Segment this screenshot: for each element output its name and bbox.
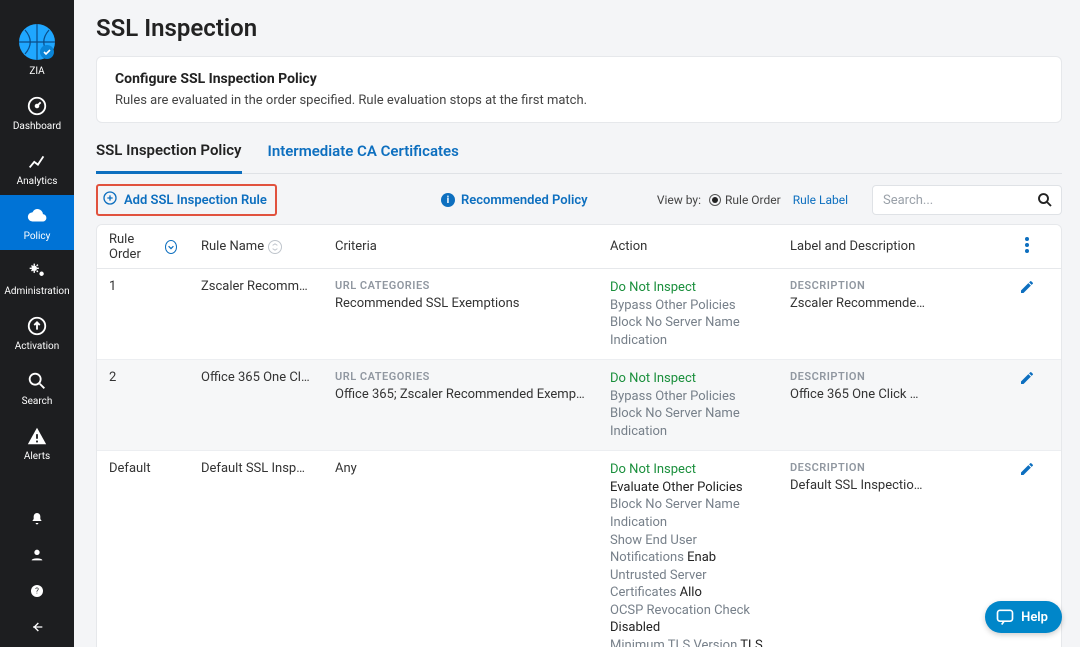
sidebar-brand[interactable]: ZIA xyxy=(0,12,74,85)
sidebar-item-alerts[interactable]: Alerts xyxy=(0,415,74,470)
sidebar-mini-bell[interactable] xyxy=(0,503,74,539)
gears-icon xyxy=(25,260,49,282)
view-by-group: View by: Rule Order Rule Label xyxy=(657,185,1062,215)
alert-icon xyxy=(26,425,48,447)
sort-icon[interactable] xyxy=(165,240,177,254)
edit-icon[interactable] xyxy=(1019,279,1035,299)
cell-criteria: Any xyxy=(323,461,598,647)
page-title: SSL Inspection xyxy=(96,14,1062,42)
tabs: SSL Inspection Policy Intermediate CA Ce… xyxy=(96,129,1062,174)
question-circle-icon: ? xyxy=(29,583,45,603)
brand-label: ZIA xyxy=(29,66,44,77)
sidebar-label-search: Search xyxy=(22,396,53,407)
sidebar-label-policy: Policy xyxy=(24,231,51,242)
sidebar-item-administration[interactable]: Administration xyxy=(0,250,74,305)
cell-action: Do Not InspectEvaluate Other PoliciesBlo… xyxy=(598,461,778,647)
user-icon xyxy=(29,547,45,567)
gauge-icon xyxy=(26,95,48,117)
sidebar-item-search[interactable]: Search xyxy=(0,360,74,415)
plus-circle-icon xyxy=(102,190,118,210)
sort-icon-grey[interactable] xyxy=(268,240,282,254)
add-rule-label: Add SSL Inspection Rule xyxy=(124,193,267,208)
radio-rule-label[interactable]: Rule Label xyxy=(793,193,848,207)
edit-icon[interactable] xyxy=(1019,370,1035,390)
sidebar-mini-collapse[interactable] xyxy=(0,611,74,647)
config-card-desc: Rules are evaluated in the order specifi… xyxy=(115,93,1043,108)
cell-action: Do Not InspectBypass Other PoliciesBlock… xyxy=(598,370,778,440)
sidebar-label-dashboard: Dashboard xyxy=(13,121,61,132)
radio-rule-label-label: Rule Label xyxy=(793,193,848,207)
th-label-desc: Label and Description xyxy=(790,239,915,254)
cell-name: Zscaler Recommende… xyxy=(189,279,323,349)
recommended-policy-link[interactable]: i Recommended Policy xyxy=(441,193,588,208)
cell-action: Do Not InspectBypass Other PoliciesBlock… xyxy=(598,279,778,349)
tab-intermediate-ca[interactable]: Intermediate CA Certificates xyxy=(268,130,459,172)
cell-order: Default xyxy=(97,461,189,647)
main-area: SSL Inspection Configure SSL Inspection … xyxy=(74,0,1080,647)
cell-criteria: URL CATEGORIESOffice 365; Zscaler Recomm… xyxy=(323,370,598,440)
cell-edit xyxy=(1007,279,1047,349)
config-card-title: Configure SSL Inspection Policy xyxy=(115,71,1043,87)
search-wrap xyxy=(872,185,1062,215)
sidebar-label-analytics: Analytics xyxy=(17,176,58,187)
bell-icon xyxy=(29,511,45,531)
search-input[interactable] xyxy=(872,185,1062,215)
columns-menu-icon[interactable] xyxy=(1025,237,1029,257)
cell-order: 1 xyxy=(97,279,189,349)
th-criteria: Criteria xyxy=(335,239,377,254)
info-icon: i xyxy=(441,193,455,207)
help-label: Help xyxy=(1021,610,1048,625)
view-by-label: View by: xyxy=(657,193,701,207)
table-body: 1Zscaler Recommende…URL CATEGORIESRecomm… xyxy=(97,269,1061,647)
magnifier-icon xyxy=(26,370,48,392)
toolbar: Add SSL Inspection Rule i Recommended Po… xyxy=(96,184,1062,216)
help-button[interactable]: Help xyxy=(985,601,1062,633)
cloud-icon xyxy=(25,205,49,227)
radio-rule-order-label: Rule Order xyxy=(725,193,781,207)
table-row: DefaultDefault SSL Inspectio…AnyDo Not I… xyxy=(97,451,1061,647)
sidebar-mini-help[interactable]: ? xyxy=(0,575,74,611)
rules-table: Rule Order Rule Name Criteria Action Lab… xyxy=(96,224,1062,647)
table-row: 1Zscaler Recommende…URL CATEGORIESRecomm… xyxy=(97,269,1061,360)
globe-icon xyxy=(17,22,57,62)
sidebar-item-dashboard[interactable]: Dashboard xyxy=(0,85,74,140)
svg-text:?: ? xyxy=(35,587,39,596)
search-icon[interactable] xyxy=(1036,191,1054,212)
sidebar-item-analytics[interactable]: Analytics xyxy=(0,140,74,195)
sidebar-item-policy[interactable]: Policy xyxy=(0,195,74,250)
cell-label-desc: DESCRIPTIONZscaler Recommende… xyxy=(778,279,1007,349)
radio-rule-order[interactable]: Rule Order xyxy=(709,193,781,207)
add-ssl-inspection-rule-button[interactable]: Add SSL Inspection Rule xyxy=(96,184,277,216)
sidebar-label-activation: Activation xyxy=(15,341,60,352)
th-rule-order[interactable]: Rule Order xyxy=(109,232,161,262)
cell-name: Office 365 One Click xyxy=(189,370,323,440)
cell-label-desc: DESCRIPTIONOffice 365 One Click … xyxy=(778,370,1007,440)
collapse-icon xyxy=(29,619,45,639)
sidebar-item-activation[interactable]: Activation xyxy=(0,305,74,360)
sidebar-label-alerts: Alerts xyxy=(24,451,50,462)
table-header: Rule Order Rule Name Criteria Action Lab… xyxy=(97,225,1061,269)
table-row: 2Office 365 One ClickURL CATEGORIESOffic… xyxy=(97,360,1061,451)
th-rule-name[interactable]: Rule Name xyxy=(201,239,264,254)
cell-order: 2 xyxy=(97,370,189,440)
sidebar-mini-user[interactable] xyxy=(0,539,74,575)
sidebar-label-administration: Administration xyxy=(4,286,69,297)
radio-selected-icon xyxy=(709,194,721,206)
help-chat-icon xyxy=(995,607,1015,627)
cell-name: Default SSL Inspectio… xyxy=(189,461,323,647)
cell-edit xyxy=(1007,370,1047,440)
upload-icon xyxy=(26,315,48,337)
edit-icon[interactable] xyxy=(1019,461,1035,481)
cell-label-desc: DESCRIPTIONDefault SSL Inspectio… xyxy=(778,461,1007,647)
chart-icon xyxy=(26,150,48,172)
sidebar: ZIA Dashboard Analytics Policy Administr… xyxy=(0,0,74,647)
th-action: Action xyxy=(610,239,647,254)
config-card: Configure SSL Inspection Policy Rules ar… xyxy=(96,56,1062,123)
recommended-policy-label: Recommended Policy xyxy=(461,193,588,208)
cell-criteria: URL CATEGORIESRecommended SSL Exemptions xyxy=(323,279,598,349)
tab-ssl-inspection-policy[interactable]: SSL Inspection Policy xyxy=(96,129,242,174)
